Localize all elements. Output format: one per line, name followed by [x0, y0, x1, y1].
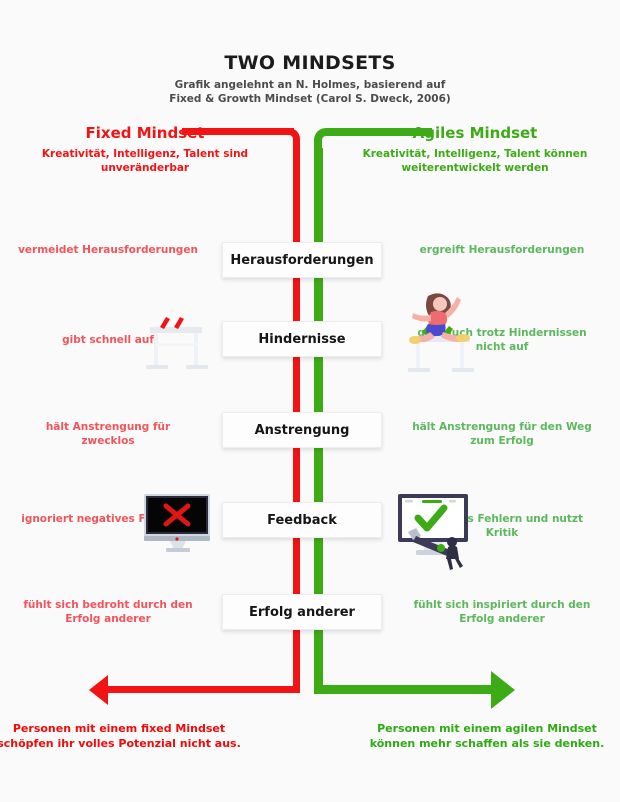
right-conclusion: Personen mit einem agilen Mindset können… [369, 722, 605, 750]
page-subtitle: Grafik angelehnt an N. Holmes, basierend… [169, 79, 451, 105]
green-path-top-segment [330, 128, 432, 136]
left-column-subheading: Kreativität, Intelligenz, Talent sind un… [41, 148, 249, 174]
green-path-bottom-segment [314, 685, 494, 694]
left-conclusion: Personen mit einem fixed Mindset schöpfe… [0, 722, 241, 750]
red-path-top-segment [182, 128, 294, 135]
row-0-left-caption: vermeidet Herausforderungen [18, 244, 198, 256]
arrow-right-icon [491, 671, 515, 709]
row-1-label: Hindernisse [222, 321, 382, 357]
right-column-subheading: Kreativität, Intelligenz, Talent können … [362, 148, 588, 174]
row-0-label: Herausforderungen [222, 242, 382, 278]
page-title: TWO MINDSETS [224, 52, 396, 74]
row-4-label: Erfolg anderer [222, 594, 382, 630]
monitor-green-check-icon [398, 494, 468, 570]
row-2-left-caption: hält Anstrengung für zwecklos [45, 421, 171, 447]
red-path-corner [286, 128, 300, 148]
green-path-corner [314, 128, 332, 150]
row-2-right-caption: hält Anstrengung für den Weg zum Erfolg [412, 421, 592, 447]
infographic-canvas: TWO MINDSETS Grafik angelehnt an N. Holm… [0, 0, 620, 802]
hurdle-icon [146, 317, 208, 369]
row-2-label: Anstrengung [222, 412, 382, 448]
row-4-left-caption: fühlt sich bedroht durch den Erfolg ande… [23, 599, 193, 625]
runner-jumping-hurdle-icon [408, 293, 474, 372]
monitor-red-x-icon [144, 494, 210, 552]
red-path-bottom-segment [101, 686, 300, 693]
row-0-right-caption: ergreift Herausforderungen [419, 244, 585, 256]
row-4-right-caption: fühlt sich inspiriert durch den Erfolg a… [413, 599, 591, 625]
arrow-left-icon [89, 675, 108, 705]
row-3-label: Feedback [222, 502, 382, 538]
